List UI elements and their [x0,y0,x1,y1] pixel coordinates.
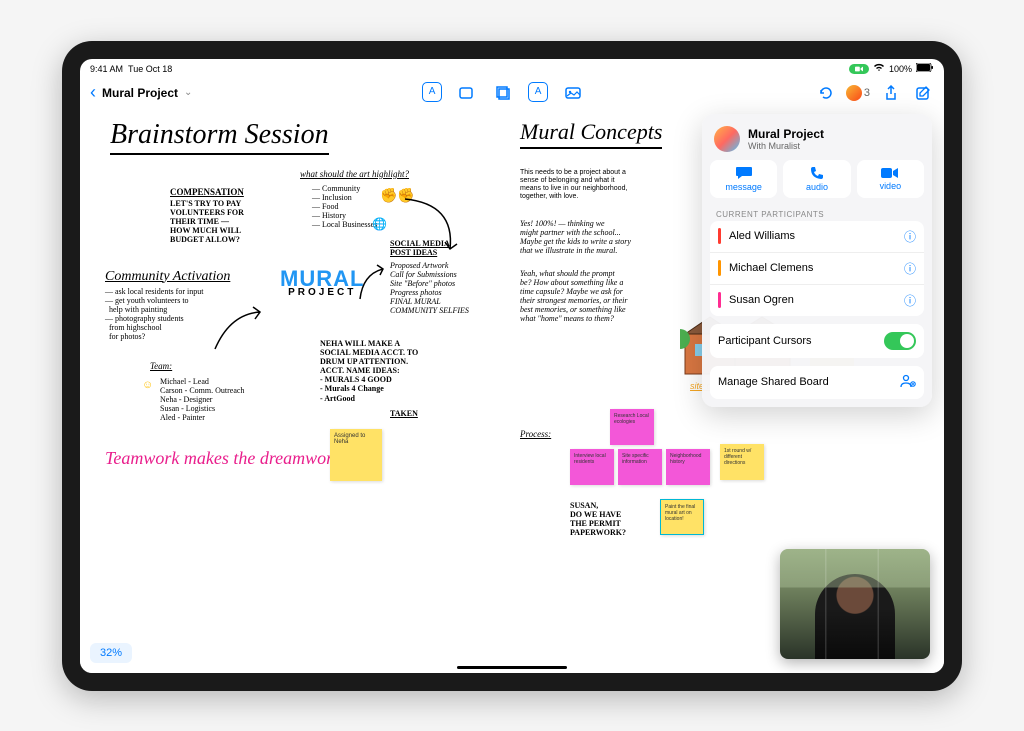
social-items: Proposed Artwork Call for Submissions Si… [390,261,469,316]
participants-section-label: CURRENT PARTICIPANTS [710,206,924,221]
compose-button[interactable] [912,82,934,104]
highlight-question: what should the art highlight? [300,169,409,180]
text-box-tool-button[interactable]: A [528,82,548,102]
undo-button[interactable] [814,82,836,104]
share-panel: Mural Project With Muralist message audi… [702,114,932,407]
participant-color-bar [718,260,721,276]
home-indicator[interactable] [457,666,567,669]
neha-block: NEHA WILL MAKE A SOCIAL MEDIA ACCT. TO D… [320,339,418,403]
community-heading: Community Activation [105,269,230,285]
team-heading: Team: [150,361,172,372]
board-avatar [714,126,740,152]
chevron-down-icon[interactable]: ⌄ [184,87,192,98]
status-bar: 9:41 AM Tue Oct 18 100% [80,59,944,77]
sticky-note[interactable]: Site specific information [618,449,662,485]
participant-color-bar [718,228,721,244]
share-button[interactable] [880,82,902,104]
sticky-tool-button[interactable] [492,82,514,104]
concepts-intro: This needs to be a project about a sense… [520,169,627,201]
globe-icon: 🌐 [372,217,387,231]
facetime-pip[interactable] [780,549,930,659]
avatar [846,85,862,101]
smiley-icon: ☺ [142,379,153,391]
toggle-switch-on[interactable] [884,332,916,350]
battery-icon [916,63,934,74]
app-toolbar: ‹ Mural Project ⌄ A A [80,77,944,109]
community-body: — ask local residents for input — get yo… [105,287,203,342]
process-heading: Process: [520,429,551,440]
info-icon[interactable]: ⓘ [904,228,916,245]
manage-shared-board-button[interactable]: Manage Shared Board [710,366,924,399]
sticky-note[interactable]: Research Local ecologies [610,409,654,445]
text-tool-button[interactable]: A [422,82,442,102]
screen: 9:41 AM Tue Oct 18 100% ‹ Mural Project [80,59,944,673]
participant-row[interactable]: Susan Ogren ⓘ [710,284,924,316]
highlight-items: — Community — Inclusion — Food — History… [312,184,377,230]
info-icon[interactable]: ⓘ [904,292,916,309]
message-action-button[interactable]: message [710,160,777,198]
back-button[interactable]: ‹ [90,82,96,103]
concepts-p2: Yeah, what should the prompt be? How abo… [520,269,627,324]
status-date: Tue Oct 18 [128,64,172,74]
board-title: Brainstorm Session [110,119,329,155]
sticky-note[interactable]: Assigned to Neha [330,429,382,481]
shapes-tool-button[interactable] [456,82,478,104]
facetime-status-pill[interactable] [849,64,869,74]
participant-row[interactable]: Aled Williams ⓘ [710,221,924,252]
share-title: Mural Project [748,127,824,141]
taken-label: TAKEN [390,409,418,418]
document-title[interactable]: Mural Project [102,86,178,100]
mural-concepts-title: Mural Concepts [520,119,662,149]
arrow-icon [395,194,475,264]
battery-percentage: 100% [889,64,912,74]
ipad-device-frame: 9:41 AM Tue Oct 18 100% ‹ Mural Project [62,41,962,691]
team-body: Michael - Lead Carson - Comm. Outreach N… [160,377,244,423]
collaborators-button[interactable]: 3 [846,85,870,101]
sticky-note[interactable]: Neighborhood history [666,449,710,485]
person-badge-icon [900,374,916,391]
compensation-heading: COMPENSATION [170,187,244,198]
audio-action-button[interactable]: audio [783,160,850,198]
participant-color-bar [718,292,721,308]
zoom-level-button[interactable]: 32% [90,643,132,663]
status-time: 9:41 AM [90,64,123,74]
pip-background [780,549,930,659]
mural-project-logo: MURAL PROJECT [280,269,364,298]
concepts-p1: Yes! 100%! — thinking we might partner w… [520,219,631,256]
compensation-body: LET'S TRY TO PAY VOLUNTEERS FOR THEIR TI… [170,199,244,245]
sticky-note[interactable]: Paint the final mural art on location! [660,499,704,535]
teamwork-quote: Teamwork makes the dreamwork!! [105,449,353,467]
wifi-icon [873,63,885,74]
arrow-icon [210,304,270,354]
participant-row[interactable]: Michael Clemens ⓘ [710,252,924,284]
arrow-icon [355,264,390,304]
sticky-note[interactable]: 1st round w/ different directions [720,444,764,480]
info-icon[interactable]: ⓘ [904,260,916,277]
collaborator-count: 3 [864,87,870,99]
participant-cursors-toggle-row[interactable]: Participant Cursors [710,324,924,358]
susan-note: SUSAN, DO WE HAVE THE PERMIT PAPERWORK? [570,501,626,538]
sticky-note[interactable]: Interview local residents [570,449,614,485]
media-tool-button[interactable] [562,82,584,104]
share-subtitle: With Muralist [748,141,824,151]
video-action-button[interactable]: video [857,160,924,198]
